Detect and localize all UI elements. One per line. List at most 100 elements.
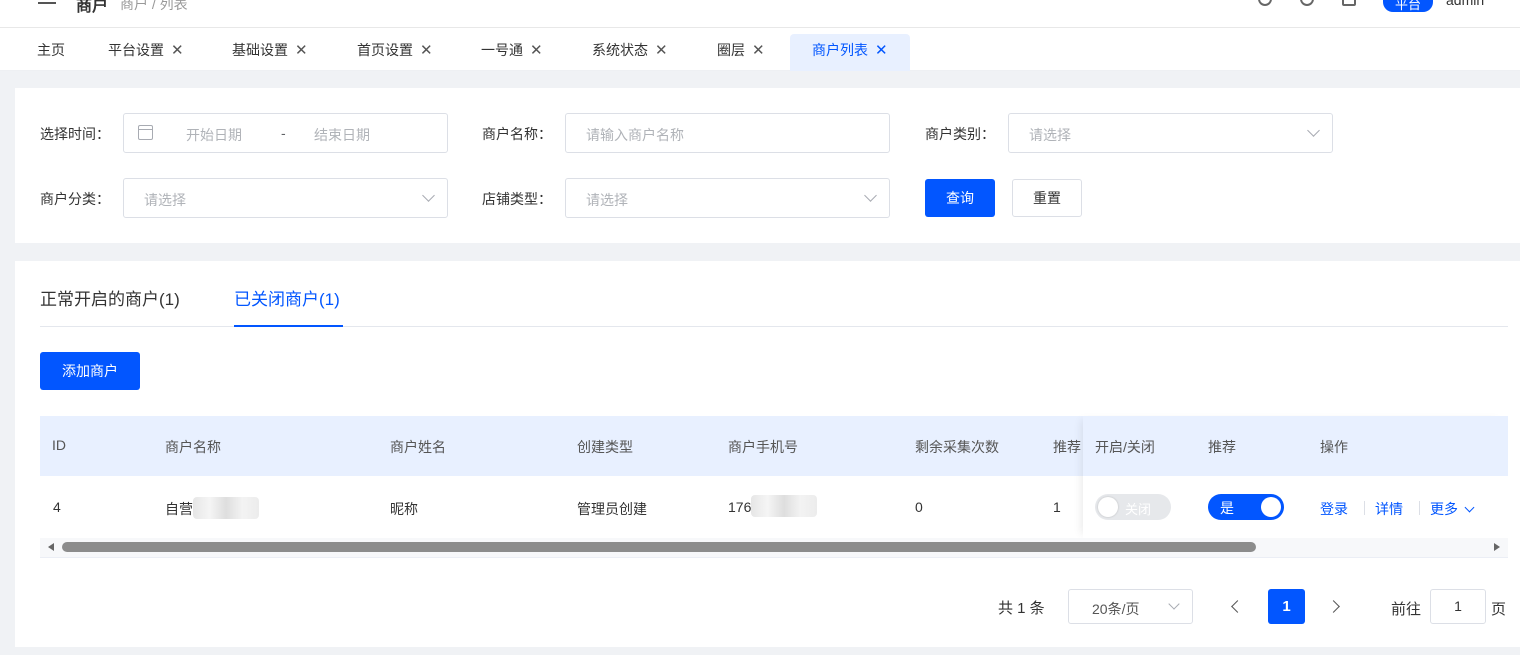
next-page-icon[interactable] xyxy=(1327,600,1340,613)
end-date-input[interactable]: 结束日期 xyxy=(314,125,370,145)
switch-text: 关闭 xyxy=(1125,502,1152,517)
cell-create-type: 管理员创建 xyxy=(577,501,647,517)
goto-page-input[interactable]: 1 xyxy=(1430,589,1486,624)
close-icon[interactable]: ✕ xyxy=(530,34,543,67)
recommend-text: 是 xyxy=(1220,500,1234,516)
store-type-placeholder: 请选择 xyxy=(586,192,628,208)
tab-home-settings[interactable]: 首页设置 ✕ xyxy=(357,34,433,71)
tab-label: 平台设置 xyxy=(108,42,164,58)
col-real-name: 商户姓名 xyxy=(390,439,446,455)
page-size-select[interactable]: 20条/页 xyxy=(1068,589,1193,624)
search-icon[interactable] xyxy=(1300,0,1314,6)
tab-yihaotong[interactable]: 一号通 ✕ xyxy=(481,34,543,71)
tab-closed-merchants[interactable]: 已关闭商户(1) xyxy=(234,285,340,310)
active-tab-indicator xyxy=(234,325,343,327)
reset-button[interactable]: 重置 xyxy=(1012,179,1082,217)
goto-label: 前往 xyxy=(1391,601,1422,618)
merchant-class-select[interactable]: 请选择 xyxy=(123,178,448,218)
category-placeholder: 请选择 xyxy=(1029,127,1071,143)
chevron-down-icon xyxy=(422,189,435,202)
close-icon[interactable]: ✕ xyxy=(420,34,433,67)
close-icon[interactable]: ✕ xyxy=(295,34,308,67)
tab-platform-settings[interactable]: 平台设置 ✕ xyxy=(108,34,184,71)
col-actions: 操作 xyxy=(1320,439,1348,455)
redacted-blur xyxy=(751,495,818,518)
tab-merchant-list[interactable]: 商户列表 ✕ xyxy=(790,34,910,71)
col-merchant-name: 商户名称 xyxy=(165,439,221,455)
cell-phone: 176 xyxy=(728,495,818,518)
class-placeholder: 请选择 xyxy=(144,192,186,208)
top-header: 商户 商户 / 列表 平台 admin xyxy=(0,0,1520,28)
chevron-down-icon xyxy=(864,189,877,202)
cell-recommend-num: 1 xyxy=(1053,499,1061,515)
merchant-category-select[interactable]: 请选择 xyxy=(1008,113,1333,153)
prev-page-icon[interactable] xyxy=(1231,600,1244,613)
date-range-picker[interactable]: 开始日期 - 结束日期 xyxy=(123,113,448,153)
tab-label: 首页设置 xyxy=(357,42,413,58)
fixed-right-columns: 开启/关闭 推荐 操作 关闭 是 登录 详情 更多 xyxy=(1083,416,1508,538)
tab-home[interactable]: 主页 xyxy=(37,34,65,71)
calendar-icon xyxy=(138,125,153,140)
breadcrumb-main: 商户 xyxy=(76,0,109,15)
tab-basic-settings[interactable]: 基础设置 ✕ xyxy=(232,34,308,71)
breadcrumb: 商户 / 列表 xyxy=(120,0,188,12)
col-switch: 开启/关闭 xyxy=(1095,439,1155,455)
action-separator xyxy=(1419,501,1420,515)
recommend-switch[interactable]: 是 xyxy=(1208,494,1284,520)
tab-system-status[interactable]: 系统状态 ✕ xyxy=(592,34,668,71)
query-button[interactable]: 查询 xyxy=(925,179,995,217)
merchant-name-text: 自营 xyxy=(165,501,193,517)
close-icon[interactable]: ✕ xyxy=(655,34,668,67)
tab-label: 圈层 xyxy=(717,42,745,58)
detail-link[interactable]: 详情 xyxy=(1375,499,1403,519)
time-label: 选择时间： xyxy=(40,126,110,142)
tab-label: 一号通 xyxy=(481,42,523,58)
more-dropdown[interactable]: 更多 xyxy=(1430,499,1475,519)
add-merchant-button[interactable]: 添加商户 xyxy=(40,352,140,390)
date-separator: - xyxy=(281,125,286,141)
cell-merchant-name: 自营 xyxy=(165,497,259,520)
merchant-name-input[interactable]: 请输入商户名称 xyxy=(565,113,890,153)
tab-circle[interactable]: 圈层 ✕ xyxy=(717,34,765,71)
more-label: 更多 xyxy=(1430,501,1458,517)
status-switch[interactable]: 关闭 xyxy=(1095,494,1171,520)
store-type-select[interactable]: 请选择 xyxy=(565,178,890,218)
close-icon[interactable]: ✕ xyxy=(752,34,765,67)
user-name[interactable]: admin xyxy=(1446,0,1484,8)
fixed-row: 关闭 是 登录 详情 更多 xyxy=(1083,476,1508,538)
current-page[interactable]: 1 xyxy=(1268,589,1305,624)
col-remaining: 剩余采集次数 xyxy=(915,439,999,455)
start-date-input[interactable]: 开始日期 xyxy=(186,125,242,145)
tab-label: 基础设置 xyxy=(232,42,288,58)
login-link[interactable]: 登录 xyxy=(1320,499,1348,519)
scroll-right-icon[interactable] xyxy=(1494,543,1500,551)
horizontal-scrollbar[interactable] xyxy=(40,538,1508,558)
action-separator xyxy=(1364,501,1365,515)
redacted-blur xyxy=(193,497,259,520)
scrollbar-thumb[interactable] xyxy=(62,542,1256,552)
merchant-list-panel: 正常开启的商户(1) 已关闭商户(1) 添加商户 ID 商户名称 商户姓名 创建… xyxy=(15,261,1520,647)
chevron-down-icon xyxy=(1464,502,1475,513)
name-placeholder: 请输入商户名称 xyxy=(586,127,684,143)
col-id: ID xyxy=(52,437,66,453)
fullscreen-icon[interactable] xyxy=(1342,0,1356,6)
phone-text: 176 xyxy=(728,499,752,515)
cell-real-name: 昵称 xyxy=(390,501,418,517)
switch-knob xyxy=(1098,497,1118,517)
col-recommend-num: 推荐 xyxy=(1053,439,1081,455)
close-icon[interactable]: ✕ xyxy=(171,34,184,67)
scroll-left-icon[interactable] xyxy=(48,543,54,551)
pagination-total: 共 1 条 xyxy=(998,600,1045,617)
col-recommend: 推荐 xyxy=(1208,439,1236,455)
category-label: 商户类别： xyxy=(925,126,995,142)
platform-button[interactable]: 平台 xyxy=(1383,0,1433,12)
cell-remaining: 0 xyxy=(915,499,923,515)
name-label: 商户名称： xyxy=(482,126,552,142)
page-tabs-bar: 主页 平台设置 ✕ 基础设置 ✕ 首页设置 ✕ 一号通 ✕ 系统状态 ✕ 圈层 ✕ 商户列表… xyxy=(0,28,1520,71)
help-icon[interactable] xyxy=(1258,0,1272,6)
close-icon[interactable]: ✕ xyxy=(875,34,888,67)
tab-open-merchants[interactable]: 正常开启的商户(1) xyxy=(40,285,180,310)
cell-id: 4 xyxy=(53,499,61,515)
menu-toggle-icon[interactable] xyxy=(38,0,56,4)
chevron-down-icon xyxy=(1168,598,1180,610)
